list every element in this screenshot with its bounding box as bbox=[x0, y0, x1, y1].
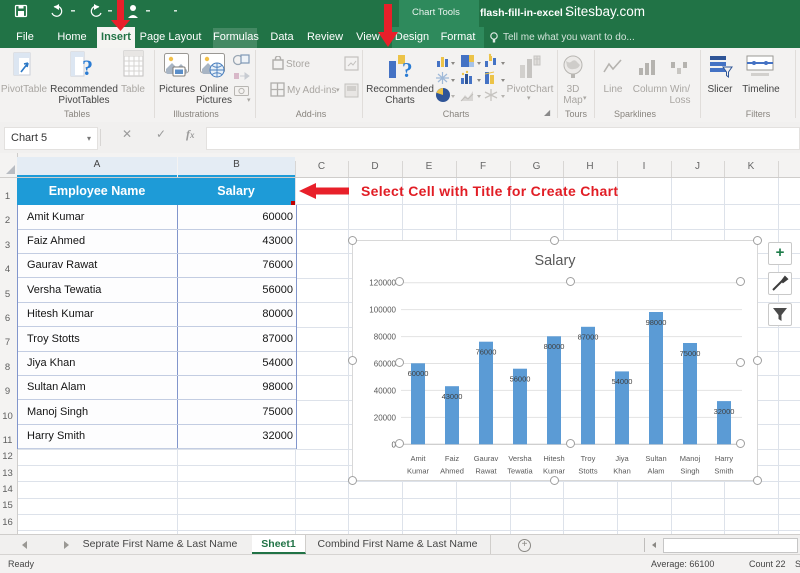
svg-text:Jiya: Jiya bbox=[615, 454, 629, 463]
svg-text:56000: 56000 bbox=[510, 375, 531, 384]
svg-text:Faiz: Faiz bbox=[445, 454, 459, 463]
svg-text:43000: 43000 bbox=[442, 392, 463, 401]
svg-text:54000: 54000 bbox=[612, 377, 633, 386]
svg-text:20000: 20000 bbox=[374, 413, 397, 422]
svg-text:80000: 80000 bbox=[374, 333, 397, 342]
svg-text:Versha: Versha bbox=[508, 454, 532, 463]
svg-text:Sultan: Sultan bbox=[645, 454, 666, 463]
svg-text:32000: 32000 bbox=[714, 407, 735, 416]
svg-text:Singh: Singh bbox=[680, 467, 699, 476]
svg-text:80000: 80000 bbox=[544, 342, 565, 351]
svg-text:Alam: Alam bbox=[647, 467, 664, 476]
svg-text:Tewatia: Tewatia bbox=[507, 467, 533, 476]
svg-text:Amit: Amit bbox=[411, 454, 427, 463]
svg-text:Kumar: Kumar bbox=[543, 467, 566, 476]
svg-text:Hitesh: Hitesh bbox=[543, 454, 564, 463]
svg-text:Ahmed: Ahmed bbox=[440, 467, 464, 476]
svg-text:Troy: Troy bbox=[581, 454, 596, 463]
svg-text:87000: 87000 bbox=[578, 333, 599, 342]
svg-text:Smith: Smith bbox=[714, 467, 733, 476]
svg-text:Kumar: Kumar bbox=[407, 467, 430, 476]
svg-text:?: ? bbox=[402, 58, 413, 80]
svg-text:120000: 120000 bbox=[369, 279, 396, 288]
svg-text:Khan: Khan bbox=[613, 467, 631, 476]
svg-text:Stotts: Stotts bbox=[578, 467, 597, 476]
svg-text:76000: 76000 bbox=[476, 348, 497, 357]
svg-text:Manoj: Manoj bbox=[680, 454, 701, 463]
svg-text:60000: 60000 bbox=[374, 360, 397, 369]
svg-text:Gaurav: Gaurav bbox=[474, 454, 499, 463]
svg-text:Salary: Salary bbox=[534, 253, 576, 269]
svg-text:75000: 75000 bbox=[680, 349, 701, 358]
svg-text:100000: 100000 bbox=[369, 306, 396, 315]
svg-text:98000: 98000 bbox=[646, 318, 667, 327]
svg-text:40000: 40000 bbox=[374, 386, 397, 395]
svg-text:?: ? bbox=[82, 55, 93, 80]
svg-text:Rawat: Rawat bbox=[475, 467, 497, 476]
svg-text:Harry: Harry bbox=[715, 454, 734, 463]
svg-text:60000: 60000 bbox=[408, 369, 429, 378]
